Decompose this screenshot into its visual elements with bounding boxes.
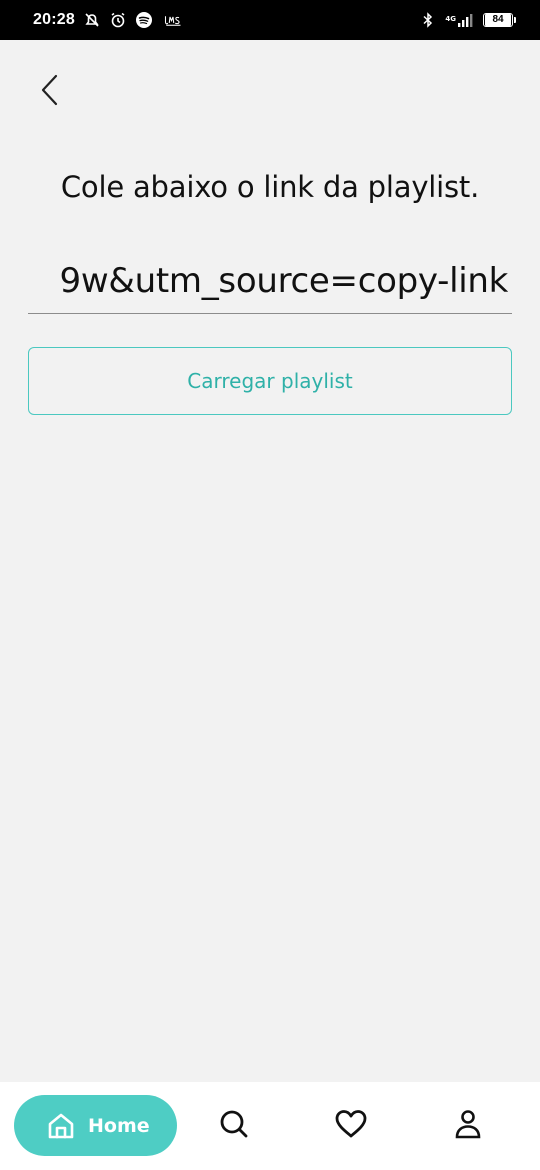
heart-icon bbox=[334, 1108, 368, 1140]
battery-icon: 84 bbox=[483, 13, 516, 27]
chevron-left-icon bbox=[39, 73, 61, 107]
network-label: 4G bbox=[445, 15, 456, 23]
battery-body: 84 bbox=[483, 13, 513, 27]
network-type: 4G bbox=[445, 13, 475, 27]
bluetooth-icon bbox=[419, 11, 437, 29]
bottom-nav: Home bbox=[0, 1082, 540, 1170]
playlist-link-field bbox=[28, 250, 512, 314]
nav-home-label: Home bbox=[88, 1114, 150, 1137]
back-button[interactable] bbox=[30, 68, 70, 112]
status-right: 4G 84 bbox=[419, 11, 516, 29]
status-bar: 20:28 4G 84 bbox=[0, 0, 540, 40]
app-logo-icon bbox=[161, 11, 185, 29]
status-left: 20:28 bbox=[33, 11, 185, 29]
load-playlist-button[interactable]: Carregar playlist bbox=[28, 347, 512, 415]
status-time: 20:28 bbox=[33, 11, 75, 28]
search-icon bbox=[218, 1108, 250, 1140]
battery-level: 84 bbox=[485, 14, 511, 26]
playlist-link-input[interactable] bbox=[28, 250, 512, 312]
nav-search-button[interactable] bbox=[214, 1104, 254, 1144]
load-playlist-label: Carregar playlist bbox=[187, 369, 353, 393]
nav-favorites-button[interactable] bbox=[331, 1104, 371, 1144]
spotify-icon bbox=[135, 11, 153, 29]
muted-notification-icon bbox=[83, 11, 101, 29]
battery-tip bbox=[514, 17, 516, 23]
page-title: Cole abaixo o link da playlist. bbox=[60, 170, 480, 204]
user-icon bbox=[453, 1108, 483, 1140]
nav-home-button[interactable]: Home bbox=[14, 1095, 177, 1156]
alarm-icon bbox=[109, 11, 127, 29]
home-icon bbox=[46, 1111, 76, 1141]
nav-profile-button[interactable] bbox=[448, 1104, 488, 1144]
signal-icon bbox=[457, 13, 475, 27]
